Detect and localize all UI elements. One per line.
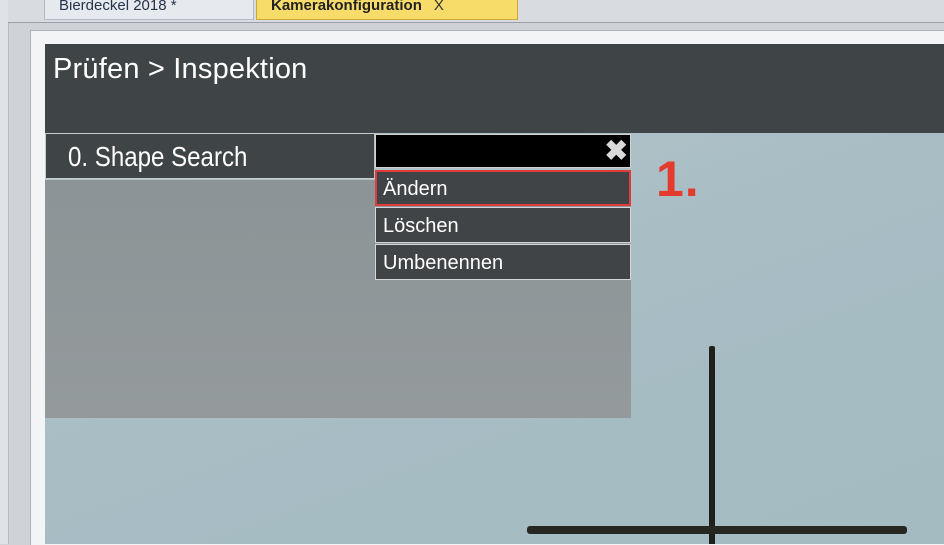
tab-bierdeckel[interactable]: Bierdeckel 2018 * bbox=[44, 0, 254, 20]
shape-search-title: 0. Shape Search bbox=[68, 141, 248, 172]
tab-label: Bierdeckel 2018 * bbox=[59, 0, 177, 14]
breadcrumb: Prüfen > Inspektion bbox=[53, 53, 308, 85]
menu-item-umbenennen[interactable]: Umbenennen bbox=[375, 244, 631, 280]
menu-item-aendern[interactable]: Ändern bbox=[375, 170, 631, 206]
shape-search-title-box[interactable]: 0. Shape Search bbox=[45, 133, 374, 179]
tab-kamerakonfiguration[interactable]: Kamerakonfiguration X bbox=[256, 0, 518, 20]
tab-close-button[interactable]: X bbox=[434, 0, 444, 14]
document-tab-bar: Bierdeckel 2018 * Kamerakonfiguration X bbox=[8, 0, 944, 23]
menu-item-loeschen[interactable]: Löschen bbox=[375, 207, 631, 243]
step-annotation: 1. bbox=[656, 151, 700, 207]
crosshair-horizontal-line bbox=[527, 526, 907, 534]
context-menu: Ändern Löschen Umbenennen bbox=[375, 170, 631, 281]
name-input-field[interactable]: ✖ bbox=[375, 134, 631, 168]
page-header: Prüfen > Inspektion bbox=[45, 44, 944, 133]
left-window-edge bbox=[0, 0, 9, 544]
tab-label: Kamerakonfiguration bbox=[271, 0, 422, 14]
close-icon[interactable]: ✖ bbox=[605, 135, 628, 167]
crosshair-vertical-line bbox=[709, 346, 715, 544]
